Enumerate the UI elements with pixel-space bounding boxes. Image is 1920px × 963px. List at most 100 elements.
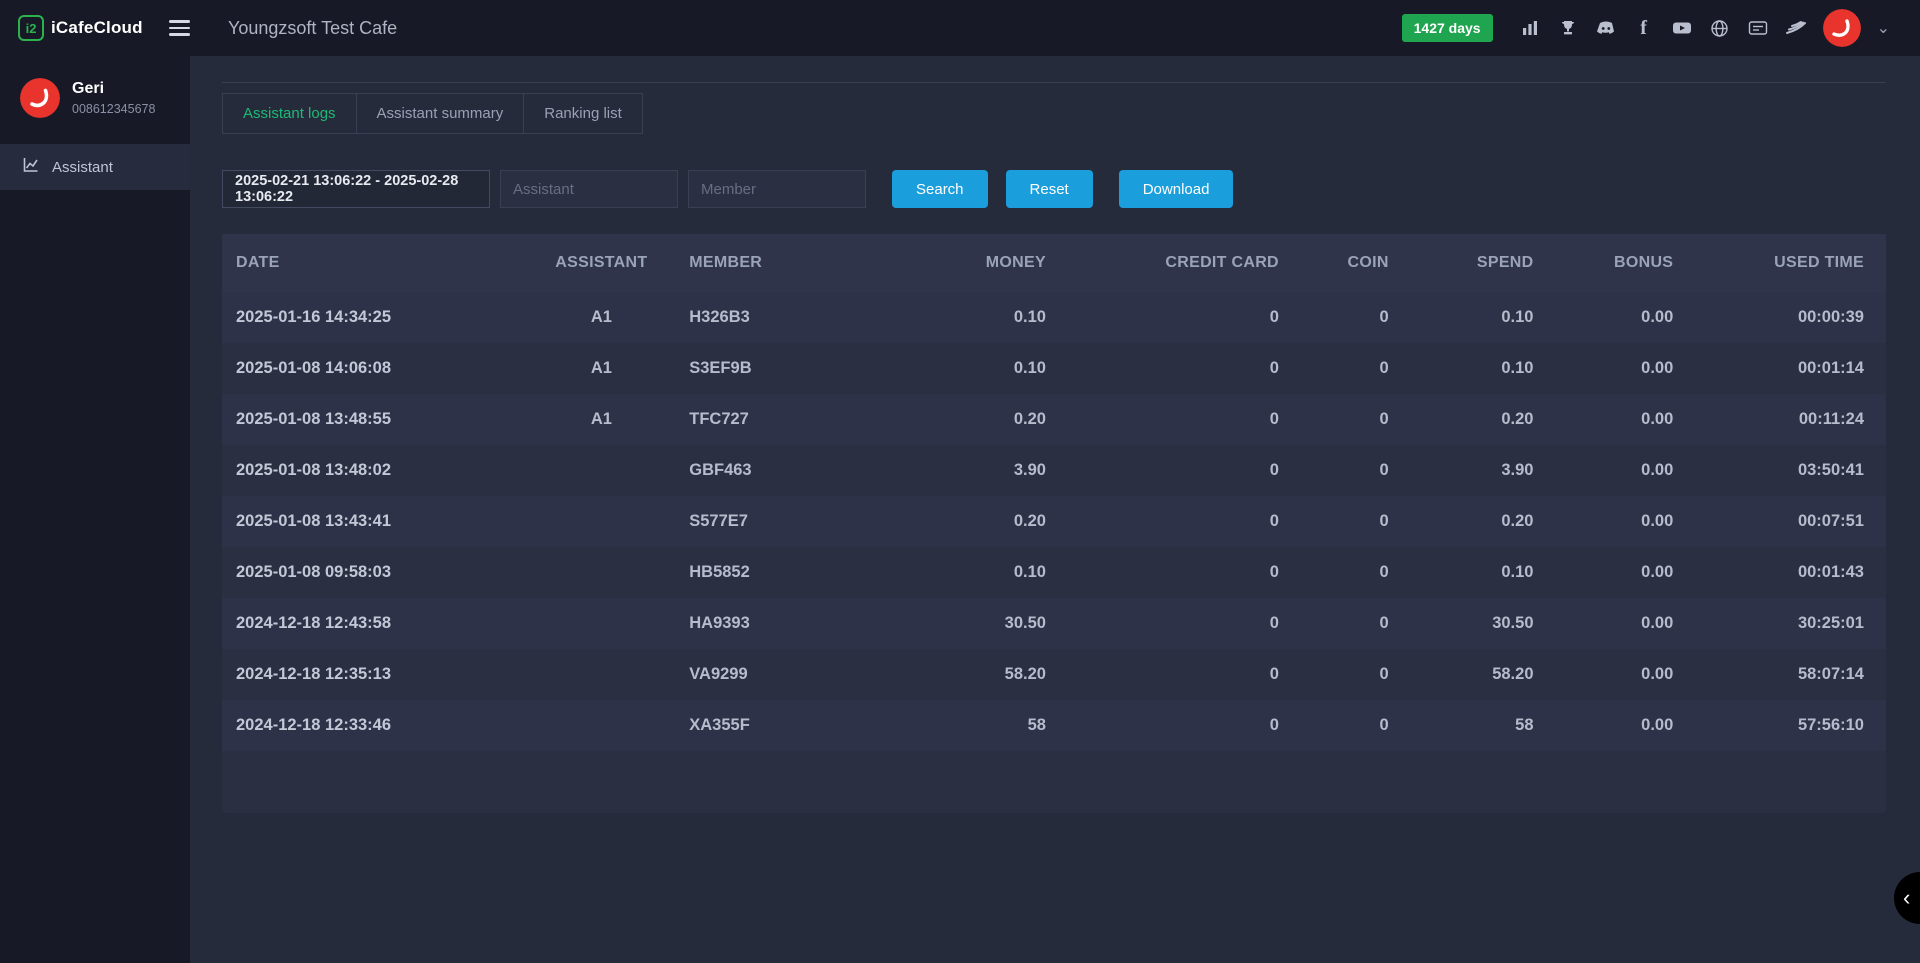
filter-bar: 2025-02-21 13:06:22 - 2025-02-28 13:06:2… xyxy=(222,170,1886,208)
table-cell: 2024-12-18 12:43:58 xyxy=(222,598,522,649)
user-name: Geri xyxy=(72,80,155,98)
table-row: 2025-01-08 13:43:41S577E70.20000.200.000… xyxy=(222,496,1886,547)
youtube-icon[interactable] xyxy=(1671,17,1693,39)
table-cell: 0 xyxy=(1054,547,1287,598)
table-cell: 0.10 xyxy=(1397,292,1542,343)
table-cell: 0.00 xyxy=(1542,445,1682,496)
table-header-row: DATE ASSISTANT MEMBER MONEY CREDIT CARD … xyxy=(222,234,1886,292)
stats-icon[interactable] xyxy=(1519,17,1541,39)
sidebar: Geri 008612345678 Assistant xyxy=(0,56,190,963)
table-cell: 3.90 xyxy=(913,445,1054,496)
tab-assistant-summary[interactable]: Assistant summary xyxy=(357,93,525,134)
tab-bar: Assistant logs Assistant summary Ranking… xyxy=(222,93,1886,134)
table-cell: 0 xyxy=(1054,394,1287,445)
table-cell: TFC727 xyxy=(681,394,912,445)
table-cell: 2025-01-08 13:48:02 xyxy=(222,445,522,496)
globe-icon[interactable] xyxy=(1709,17,1731,39)
table-cell: 0.10 xyxy=(1397,547,1542,598)
table-cell: 0.00 xyxy=(1542,292,1682,343)
table-cell: 58.20 xyxy=(1397,649,1542,700)
col-header-bonus: BONUS xyxy=(1542,234,1682,292)
sidebar-item-label: Assistant xyxy=(52,159,113,176)
download-button[interactable]: Download xyxy=(1119,170,1234,208)
trophy-icon[interactable] xyxy=(1557,17,1579,39)
table-cell xyxy=(522,445,682,496)
table-cell: 0 xyxy=(1287,394,1397,445)
table-cell: HB5852 xyxy=(681,547,912,598)
table-cell: 0 xyxy=(1287,547,1397,598)
table-cell: 0 xyxy=(1287,496,1397,547)
table-cell: 58:07:14 xyxy=(1681,649,1886,700)
table-cell: 30:25:01 xyxy=(1681,598,1886,649)
table-cell: 0.00 xyxy=(1542,649,1682,700)
table-row: 2025-01-08 13:48:02GBF4633.90003.900.000… xyxy=(222,445,1886,496)
col-header-member: MEMBER xyxy=(681,234,912,292)
date-range-input[interactable]: 2025-02-21 13:06:22 - 2025-02-28 13:06:2… xyxy=(222,170,490,208)
col-header-used-time: USED TIME xyxy=(1681,234,1886,292)
main-content: Assistant logs Assistant summary Ranking… xyxy=(190,56,1920,963)
hamburger-menu-icon[interactable] xyxy=(169,16,190,40)
line-chart-icon xyxy=(22,156,40,178)
table-cell: 30.50 xyxy=(913,598,1054,649)
brand-name: iCafeCloud xyxy=(51,18,143,38)
content-divider xyxy=(222,82,1886,83)
table-row: 2024-12-18 12:33:46XA355F5800580.0057:56… xyxy=(222,700,1886,751)
table-cell: 2024-12-18 12:35:13 xyxy=(222,649,522,700)
table-cell: 0.20 xyxy=(913,394,1054,445)
assistant-input[interactable] xyxy=(500,170,678,208)
brand: i2 iCafeCloud xyxy=(18,15,143,41)
table-cell xyxy=(522,649,682,700)
table-cell: A1 xyxy=(522,292,682,343)
col-header-spend: SPEND xyxy=(1397,234,1542,292)
logs-table: DATE ASSISTANT MEMBER MONEY CREDIT CARD … xyxy=(222,234,1886,751)
search-button[interactable]: Search xyxy=(892,170,988,208)
sidebar-user-avatar xyxy=(20,78,60,118)
table-cell: A1 xyxy=(522,394,682,445)
discord-icon[interactable] xyxy=(1595,17,1617,39)
wing-icon[interactable] xyxy=(1785,17,1807,39)
chevron-down-icon[interactable]: ⌄ xyxy=(1877,18,1890,38)
table-cell: A1 xyxy=(522,343,682,394)
table-cell: XA355F xyxy=(681,700,912,751)
facebook-icon[interactable]: f xyxy=(1633,17,1655,39)
topbar-left: i2 iCafeCloud xyxy=(0,15,190,41)
table-cell: 2025-01-08 09:58:03 xyxy=(222,547,522,598)
table-cell: 2025-01-08 13:43:41 xyxy=(222,496,522,547)
table-cell: S577E7 xyxy=(681,496,912,547)
table-cell: 0 xyxy=(1287,445,1397,496)
table-row: 2024-12-18 12:35:13VA929958.200058.200.0… xyxy=(222,649,1886,700)
table-cell: 30.50 xyxy=(1397,598,1542,649)
tab-assistant-logs[interactable]: Assistant logs xyxy=(222,93,357,134)
table-row: 2025-01-08 13:48:55A1TFC7270.20000.200.0… xyxy=(222,394,1886,445)
table-cell: 0 xyxy=(1054,445,1287,496)
table-cell: 0.10 xyxy=(1397,343,1542,394)
table-cell: 0 xyxy=(1054,598,1287,649)
card-icon[interactable] xyxy=(1747,17,1769,39)
table-cell: 2024-12-18 12:33:46 xyxy=(222,700,522,751)
table-cell xyxy=(522,598,682,649)
table-cell: 0 xyxy=(1054,649,1287,700)
user-avatar[interactable] xyxy=(1823,9,1861,47)
table-cell: 57:56:10 xyxy=(1681,700,1886,751)
table-cell: 03:50:41 xyxy=(1681,445,1886,496)
cafe-name: Youngzsoft Test Cafe xyxy=(228,18,397,39)
table-cell: VA9299 xyxy=(681,649,912,700)
table-cell: 0 xyxy=(1287,343,1397,394)
member-input[interactable] xyxy=(688,170,866,208)
table-cell: 0 xyxy=(1054,496,1287,547)
table-cell: 2025-01-08 13:48:55 xyxy=(222,394,522,445)
table-row: 2024-12-18 12:43:58HA939330.500030.500.0… xyxy=(222,598,1886,649)
tab-ranking-list[interactable]: Ranking list xyxy=(524,93,643,134)
reset-button[interactable]: Reset xyxy=(1006,170,1093,208)
table-cell: 0 xyxy=(1287,649,1397,700)
table-cell: 0 xyxy=(1054,343,1287,394)
table-cell: 0 xyxy=(1054,292,1287,343)
table-cell: 2025-01-08 14:06:08 xyxy=(222,343,522,394)
col-header-coin: COIN xyxy=(1287,234,1397,292)
table-row: 2025-01-16 14:34:25A1H326B30.10000.100.0… xyxy=(222,292,1886,343)
col-header-money: MONEY xyxy=(913,234,1054,292)
sidebar-item-assistant[interactable]: Assistant xyxy=(0,144,190,190)
table-cell: 58 xyxy=(913,700,1054,751)
table-cell xyxy=(522,496,682,547)
license-days-badge[interactable]: 1427 days xyxy=(1402,14,1493,42)
